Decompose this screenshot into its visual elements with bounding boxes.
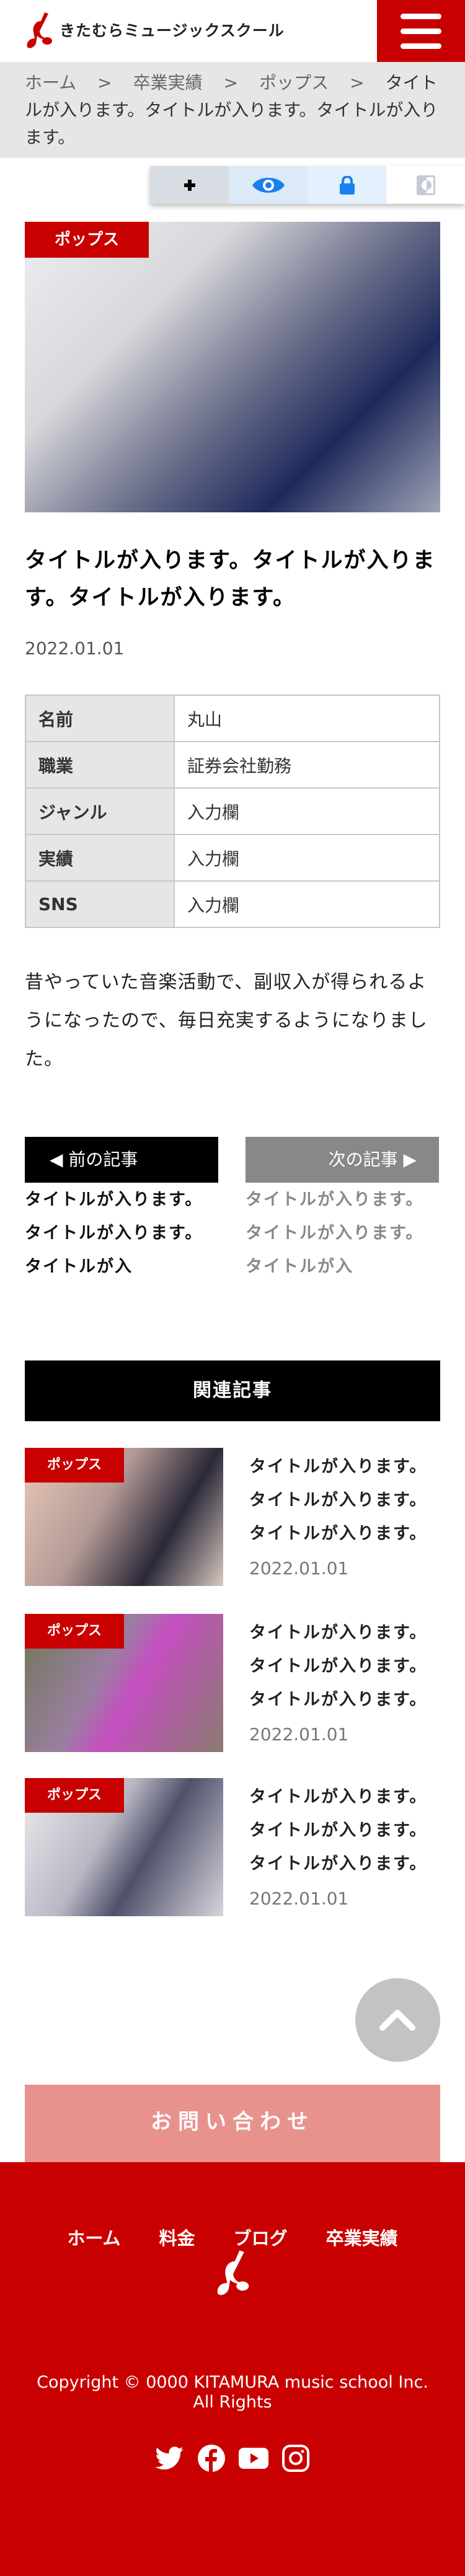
row-value: 証券会社勤務 xyxy=(174,741,440,789)
row-key: 職業 xyxy=(25,741,175,789)
facebook-icon[interactable] xyxy=(197,2445,226,2472)
contrast-button[interactable] xyxy=(386,166,465,204)
visibility-button[interactable] xyxy=(229,166,308,204)
prev-article-button[interactable]: ◀ 前の記事 xyxy=(25,1137,218,1183)
social-links xyxy=(0,2445,465,2472)
related-date: 2022.01.01 xyxy=(249,1888,349,1909)
profile-table: 名前 丸山 職業 証券会社勤務 ジャンル 入力欄 実績 入力欄 SNS 入力欄 xyxy=(25,694,440,928)
site-header: きたむらミュージックスクール xyxy=(0,0,465,62)
related-title: タイトルが入ります。タイトルが入ります。タイトルが入ります。 xyxy=(249,1457,428,1543)
lock-button[interactable] xyxy=(308,166,386,204)
scroll-to-top-button[interactable] xyxy=(355,1978,440,2062)
logo-icon[interactable] xyxy=(24,11,55,51)
footer-nav: ホーム 料金 ブログ 卒業実績 xyxy=(0,2224,465,2250)
contrast-icon xyxy=(416,175,435,195)
row-value: 入力欄 xyxy=(174,787,440,835)
related-thumbnail: ポップス xyxy=(25,1778,223,1916)
breadcrumb-graduates[interactable]: 卒業実績 xyxy=(133,72,203,93)
footer-link-pricing[interactable]: 料金 xyxy=(159,2224,195,2250)
accessibility-toolbar xyxy=(150,166,465,204)
category-tag[interactable]: ポップス xyxy=(25,222,149,258)
breadcrumb: ホーム > 卒業実績 > ポップス > タイトルが入ります。タイトルが入ります。タイトルが入… xyxy=(0,62,465,158)
site-footer: ホーム 料金 ブログ 卒業実績 Copyright © 0000 KITAMUR… xyxy=(0,2162,465,2576)
row-key: 名前 xyxy=(25,694,175,742)
row-key: ジャンル xyxy=(25,787,175,835)
breadcrumb-pops[interactable]: ポップス xyxy=(259,72,329,93)
category-tag: ポップス xyxy=(25,1614,124,1649)
lock-icon xyxy=(339,175,355,195)
table-row: 職業 証券会社勤務 xyxy=(25,741,440,789)
footer-link-home[interactable]: ホーム xyxy=(67,2224,120,2250)
logo-text[interactable]: きたむらミュージックスクール xyxy=(60,19,285,41)
table-row: 実績 入力欄 xyxy=(25,834,440,882)
next-article-button[interactable]: 次の記事 ▶ xyxy=(246,1137,439,1183)
related-thumbnail: ポップス xyxy=(25,1614,223,1752)
row-value: 丸山 xyxy=(174,694,440,742)
instagram-icon[interactable] xyxy=(281,2445,311,2472)
category-tag: ポップス xyxy=(25,1778,124,1813)
row-value: 入力欄 xyxy=(174,834,440,882)
table-row: SNS 入力欄 xyxy=(25,880,440,928)
related-date: 2022.01.01 xyxy=(249,1558,349,1579)
table-row: 名前 丸山 xyxy=(25,694,440,742)
article-date: 2022.01.01 xyxy=(25,638,125,659)
article-body: 昔やっていた音楽活動で、副収入が得られるようになったので、毎日充実するようになり… xyxy=(25,971,428,1070)
prev-article-title[interactable]: タイトルが入ります。タイトルが入ります。タイトルが入 xyxy=(25,1183,211,1284)
menu-button[interactable] xyxy=(377,0,465,62)
breadcrumb-separator: > xyxy=(97,72,112,93)
hamburger-icon xyxy=(401,14,441,19)
row-value: 入力欄 xyxy=(174,880,440,928)
related-title: タイトルが入ります。タイトルが入ります。タイトルが入ります。 xyxy=(249,1623,428,1709)
eye-icon xyxy=(252,177,285,193)
hero-image: ポップス xyxy=(25,222,440,512)
next-article-title[interactable]: タイトルが入ります。タイトルが入ります。タイトルが入 xyxy=(246,1183,432,1284)
youtube-icon[interactable] xyxy=(239,2445,268,2472)
related-heading: 関連記事 xyxy=(25,1360,440,1421)
row-key: 実績 xyxy=(25,834,175,882)
related-thumbnail: ポップス xyxy=(25,1448,223,1586)
twitter-icon[interactable] xyxy=(154,2445,184,2472)
contact-button[interactable]: お問い合わせ xyxy=(25,2085,440,2162)
breadcrumb-home[interactable]: ホーム xyxy=(25,72,76,93)
hamburger-icon xyxy=(401,43,441,49)
related-item[interactable]: ポップス タイトルが入ります。タイトルが入ります。タイトルが入ります。 2022… xyxy=(25,1448,440,1586)
hamburger-icon xyxy=(401,28,441,34)
category-tag: ポップス xyxy=(25,1448,124,1483)
article-title: タイトルが入ります。タイトルが入ります。タイトルが入ります。 xyxy=(25,548,436,610)
footer-logo-icon[interactable] xyxy=(210,2249,255,2298)
chevron-up-icon xyxy=(379,2010,415,2031)
row-key: SNS xyxy=(25,880,175,928)
table-row: ジャンル 入力欄 xyxy=(25,787,440,835)
copyright-text: Copyright © 0000 KITAMURA music school I… xyxy=(37,2373,428,2412)
footer-link-blog[interactable]: ブログ xyxy=(234,2224,288,2250)
plus-icon xyxy=(184,179,195,191)
related-date: 2022.01.01 xyxy=(249,1724,349,1745)
zoom-button[interactable] xyxy=(150,166,229,204)
related-item[interactable]: ポップス タイトルが入ります。タイトルが入ります。タイトルが入ります。 2022… xyxy=(25,1614,440,1752)
related-title: タイトルが入ります。タイトルが入ります。タイトルが入ります。 xyxy=(249,1787,428,1873)
breadcrumb-separator: > xyxy=(350,72,365,93)
breadcrumb-separator: > xyxy=(223,72,239,93)
footer-link-graduates[interactable]: 卒業実績 xyxy=(326,2224,398,2250)
related-item[interactable]: ポップス タイトルが入ります。タイトルが入ります。タイトルが入ります。 2022… xyxy=(25,1778,440,1916)
